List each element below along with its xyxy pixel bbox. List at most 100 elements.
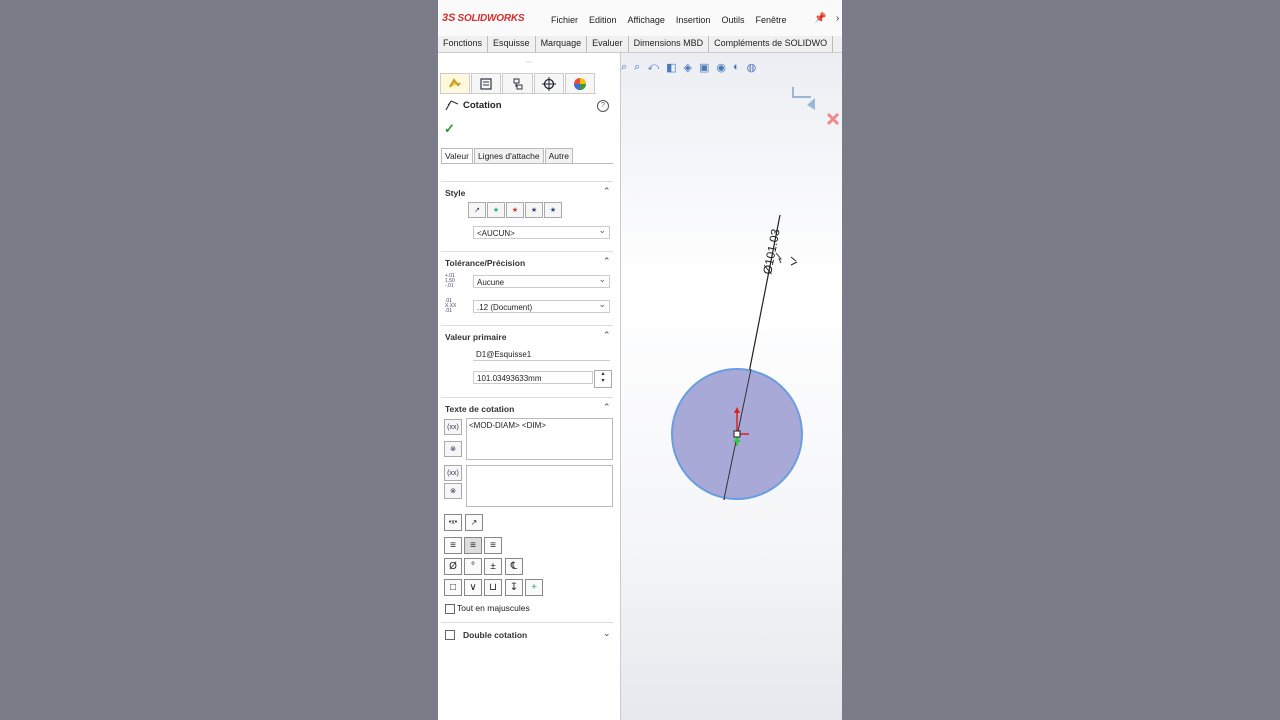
dimension-value: 101.03493633mm [477,374,542,383]
ds-logo-mark: 3S [442,12,456,24]
dual-dimension-section: Double cotation ⌄ [441,622,613,645]
dim-xpert-icon [541,76,556,91]
tab-fonctions[interactable]: Fonctions [438,36,489,52]
help-icon[interactable]: ? [597,100,609,112]
tab-dimensions-mbd[interactable]: Dimensions MBD [629,36,710,52]
dimension-value-field[interactable]: 101.03493633mm [473,371,593,384]
dimension-text-bottom[interactable] [466,465,613,507]
precision-select[interactable]: .12 (Document) [473,298,610,313]
add-style-icon[interactable]: ★ [487,202,505,218]
dimension-name-field[interactable]: D1@Esquisse1 [473,348,610,361]
style-select[interactable]: <AUCUN> [473,224,610,239]
inspection-dimension-icon[interactable]: ⊗ [444,441,462,457]
expand-chevron-icon[interactable]: ⌄ [603,628,611,639]
precision-value: .12 (Document) [477,303,533,312]
add-parenthesis-icon[interactable]: (xx) [444,419,462,435]
subtab-autre[interactable]: Autre [544,148,573,163]
style-section: Style ⌃ ↗ ★ ★ ★ ★ <AUCUN> [441,181,613,248]
collapse-chevron-icon[interactable]: ⌃ [603,186,611,197]
dimension-label[interactable]: Ø101.03 [760,227,783,275]
tab-configuration-manager[interactable] [502,73,533,93]
solidworks-logo[interactable]: 3S SOLIDWORKS [442,12,525,24]
menu-outils[interactable]: Outils [721,15,744,25]
depth-icon[interactable]: ↧ [505,579,523,596]
leader-text-icon[interactable]: ↗ [465,514,483,531]
align-left-icon[interactable]: ≡ [444,537,462,554]
style-title: Style [445,188,466,198]
precision-icon: .01 X.XX .01 [445,298,457,314]
tolerance-type-icon: +.01 1.50 -.01 [445,273,455,289]
align-center-icon[interactable]: ≡ [464,537,482,554]
countersink-icon[interactable]: ∨ [464,579,482,596]
ok-check-icon[interactable]: ✓ [444,121,455,137]
primary-value-section: Valeur primaire ⌃ D1@Esquisse1 101.03493… [441,325,613,396]
collapse-chevron-icon[interactable]: ⌃ [603,402,611,413]
more-menu-icon[interactable]: › [836,13,839,24]
manager-tabs [440,73,596,94]
inspection-below-icon[interactable]: ⊗ [444,483,462,499]
circle-center-point[interactable] [733,430,741,438]
delete-style-icon[interactable]: ★ [506,202,524,218]
confirmation-corner-cancel-icon[interactable] [826,112,840,126]
tolerance-section: Tolérance/Précision ⌃ +.01 1.50 -.01 Aucun… [441,251,613,322]
tab-dimxpert[interactable] [533,73,564,93]
graphics-area[interactable]: ⌕ ⌕ ⤺ ◧ ◈ ▣ ◉ ◐ ◍ Ø101.03 [621,53,842,720]
dual-dimension-title: Double cotation [463,630,528,640]
style-buttons: ↗ ★ ★ ★ ★ [468,202,562,218]
style-select-value: <AUCUN> [477,229,515,238]
confirmation-corner-ok-icon[interactable] [807,98,815,110]
save-style-icon[interactable]: ★ [525,202,543,218]
dual-dimension-checkbox[interactable] [445,630,455,640]
menu-fichier[interactable]: Fichier [551,15,578,25]
solidworks-window: 3S SOLIDWORKS Fichier Edition Affichage … [438,0,842,720]
dimension-tool-icon [445,100,459,111]
sketch-view: Ø101.03 [671,87,840,501]
tolerance-title: Tolérance/Précision [445,258,526,268]
panel-grip[interactable]: ⋯ [526,59,532,66]
pin-icon[interactable]: 📌 [814,13,826,24]
centerline-symbol-icon[interactable]: ℄ [505,558,523,575]
dimension-text-value: <MOD-DIAM> <DIM> [469,421,546,430]
menu-fenetre[interactable]: Fenêtre [755,15,786,25]
pm-header: Cotation [445,99,502,111]
tab-feature-manager[interactable] [440,73,471,93]
dimension-text-title: Texte de cotation [445,404,515,414]
dimension-text-top[interactable]: <MOD-DIAM> <DIM> [466,418,613,460]
apply-default-style-icon[interactable]: ↗ [468,202,486,218]
spin-stepper[interactable]: ▴ ▾ [594,370,612,388]
dimension-text-section: Texte de cotation ⌃ (xx) ⊗ <MOD-DIAM> <D… [441,397,613,618]
subtab-lignes-attache[interactable]: Lignes d'attache [473,148,544,163]
diameter-symbol-icon[interactable]: Ø [444,558,462,575]
square-icon[interactable]: □ [444,579,462,596]
tolerance-select[interactable]: Aucune [473,273,610,288]
main-menu: Fichier Edition Affichage Insertion Outi… [551,15,787,25]
uppercase-checkbox[interactable] [445,604,455,614]
subtab-valeur[interactable]: Valeur [441,148,473,163]
property-manager-icon [480,77,492,90]
more-symbols-icon[interactable]: + [525,579,543,596]
text-spacing-icon[interactable]: •x• [444,514,462,531]
collapse-chevron-icon[interactable]: ⌃ [603,330,611,341]
tab-property-manager[interactable] [471,73,502,93]
align-right-icon[interactable]: ≡ [484,537,502,554]
collapse-chevron-icon[interactable]: ⌃ [603,256,611,267]
tab-evaluer[interactable]: Evaluer [587,36,629,52]
menu-affichage[interactable]: Affichage [628,15,665,25]
dimension-cursor-icon [790,256,798,266]
degree-symbol-icon[interactable]: ° [464,558,482,575]
menu-edition[interactable]: Edition [589,15,617,25]
load-style-icon[interactable]: ★ [544,202,562,218]
property-manager-panel: ⋯ Cotation ? ✓ Valeur Lignes d'attache A… [438,53,621,720]
configuration-icon [513,78,522,89]
tab-esquisse[interactable]: Esquisse [488,36,536,52]
tab-marquage[interactable]: Marquage [536,36,588,52]
menu-insertion[interactable]: Insertion [676,15,711,25]
title-bar: 3S SOLIDWORKS Fichier Edition Affichage … [438,0,842,37]
tab-complements[interactable]: Compléments de SOLIDWO [709,36,834,52]
tolerance-value: Aucune [477,278,505,287]
add-parenthesis-below-icon[interactable]: (xx) [444,465,462,481]
tab-display-manager[interactable] [564,73,596,93]
confirmation-corner-frame [792,87,811,98]
counterbore-icon[interactable]: ⊔ [484,579,502,596]
plus-minus-icon[interactable]: ± [484,558,502,575]
